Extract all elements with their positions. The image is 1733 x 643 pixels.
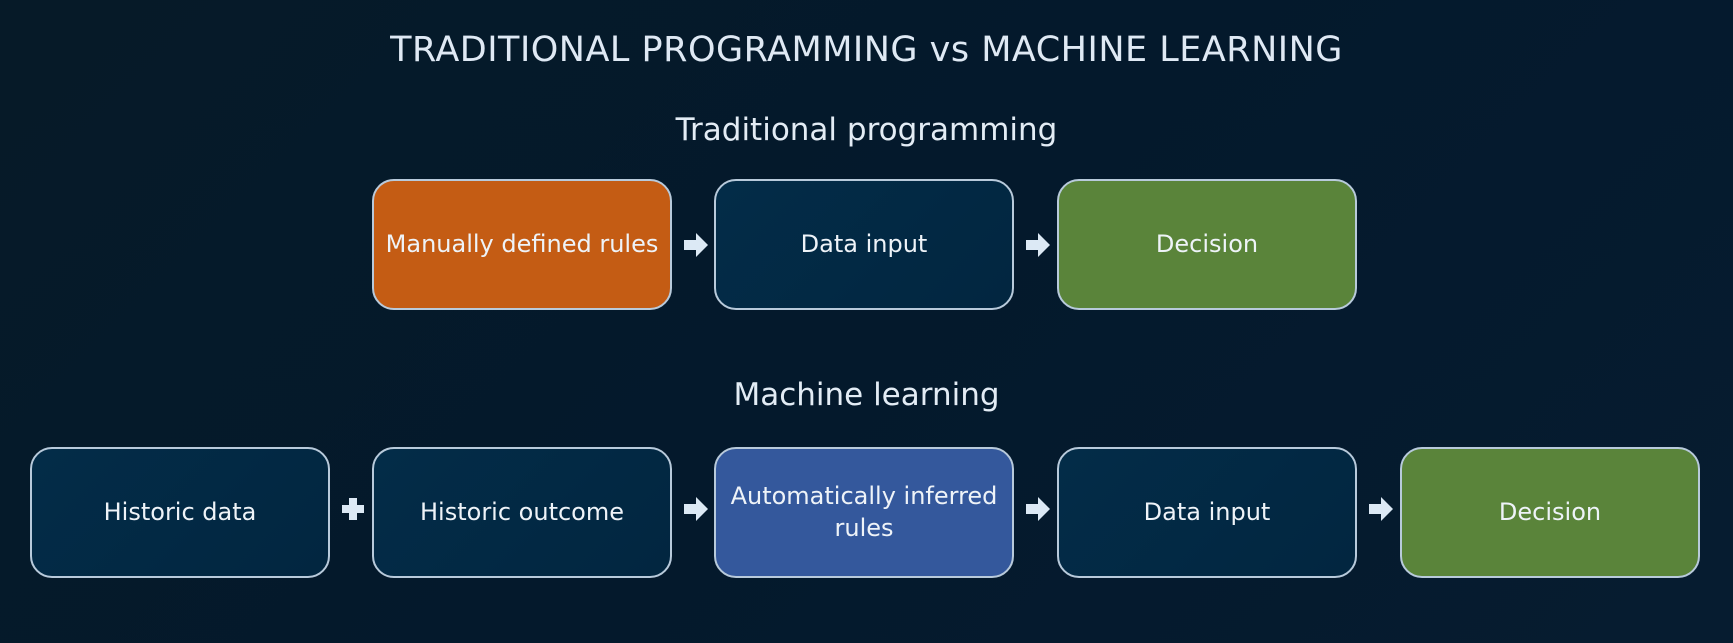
diagram-title: TRADITIONAL PROGRAMMING vs MACHINE LEARN… (390, 30, 1343, 70)
ml-heading: Machine learning (733, 377, 1000, 413)
box-manually-defined-rules: Manually defined rules (372, 179, 672, 310)
box-data-input: Data input (714, 179, 1014, 310)
arrow-right-icon (1026, 497, 1050, 521)
arrow-right-icon (684, 497, 708, 521)
arrow-right-icon (1369, 497, 1393, 521)
box-automatically-inferred-rules: Automatically inferred rules (714, 447, 1014, 578)
box-decision-ml: Decision (1400, 447, 1700, 578)
box-decision: Decision (1057, 179, 1357, 310)
arrow-right-icon (1026, 233, 1050, 257)
traditional-heading: Traditional programming (675, 112, 1058, 148)
plus-icon (342, 498, 364, 520)
box-historic-outcome: Historic outcome (372, 447, 672, 578)
box-data-input-ml: Data input (1057, 447, 1357, 578)
box-historic-data: Historic data (30, 447, 330, 578)
arrow-right-icon (684, 233, 708, 257)
